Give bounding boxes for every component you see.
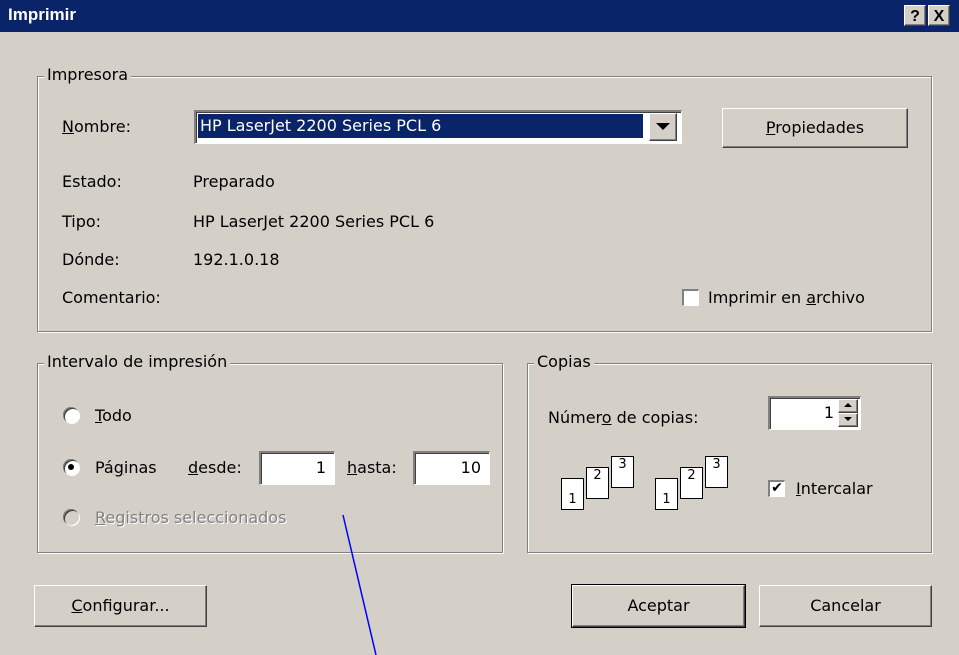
annotation-pointer-line bbox=[342, 514, 377, 655]
